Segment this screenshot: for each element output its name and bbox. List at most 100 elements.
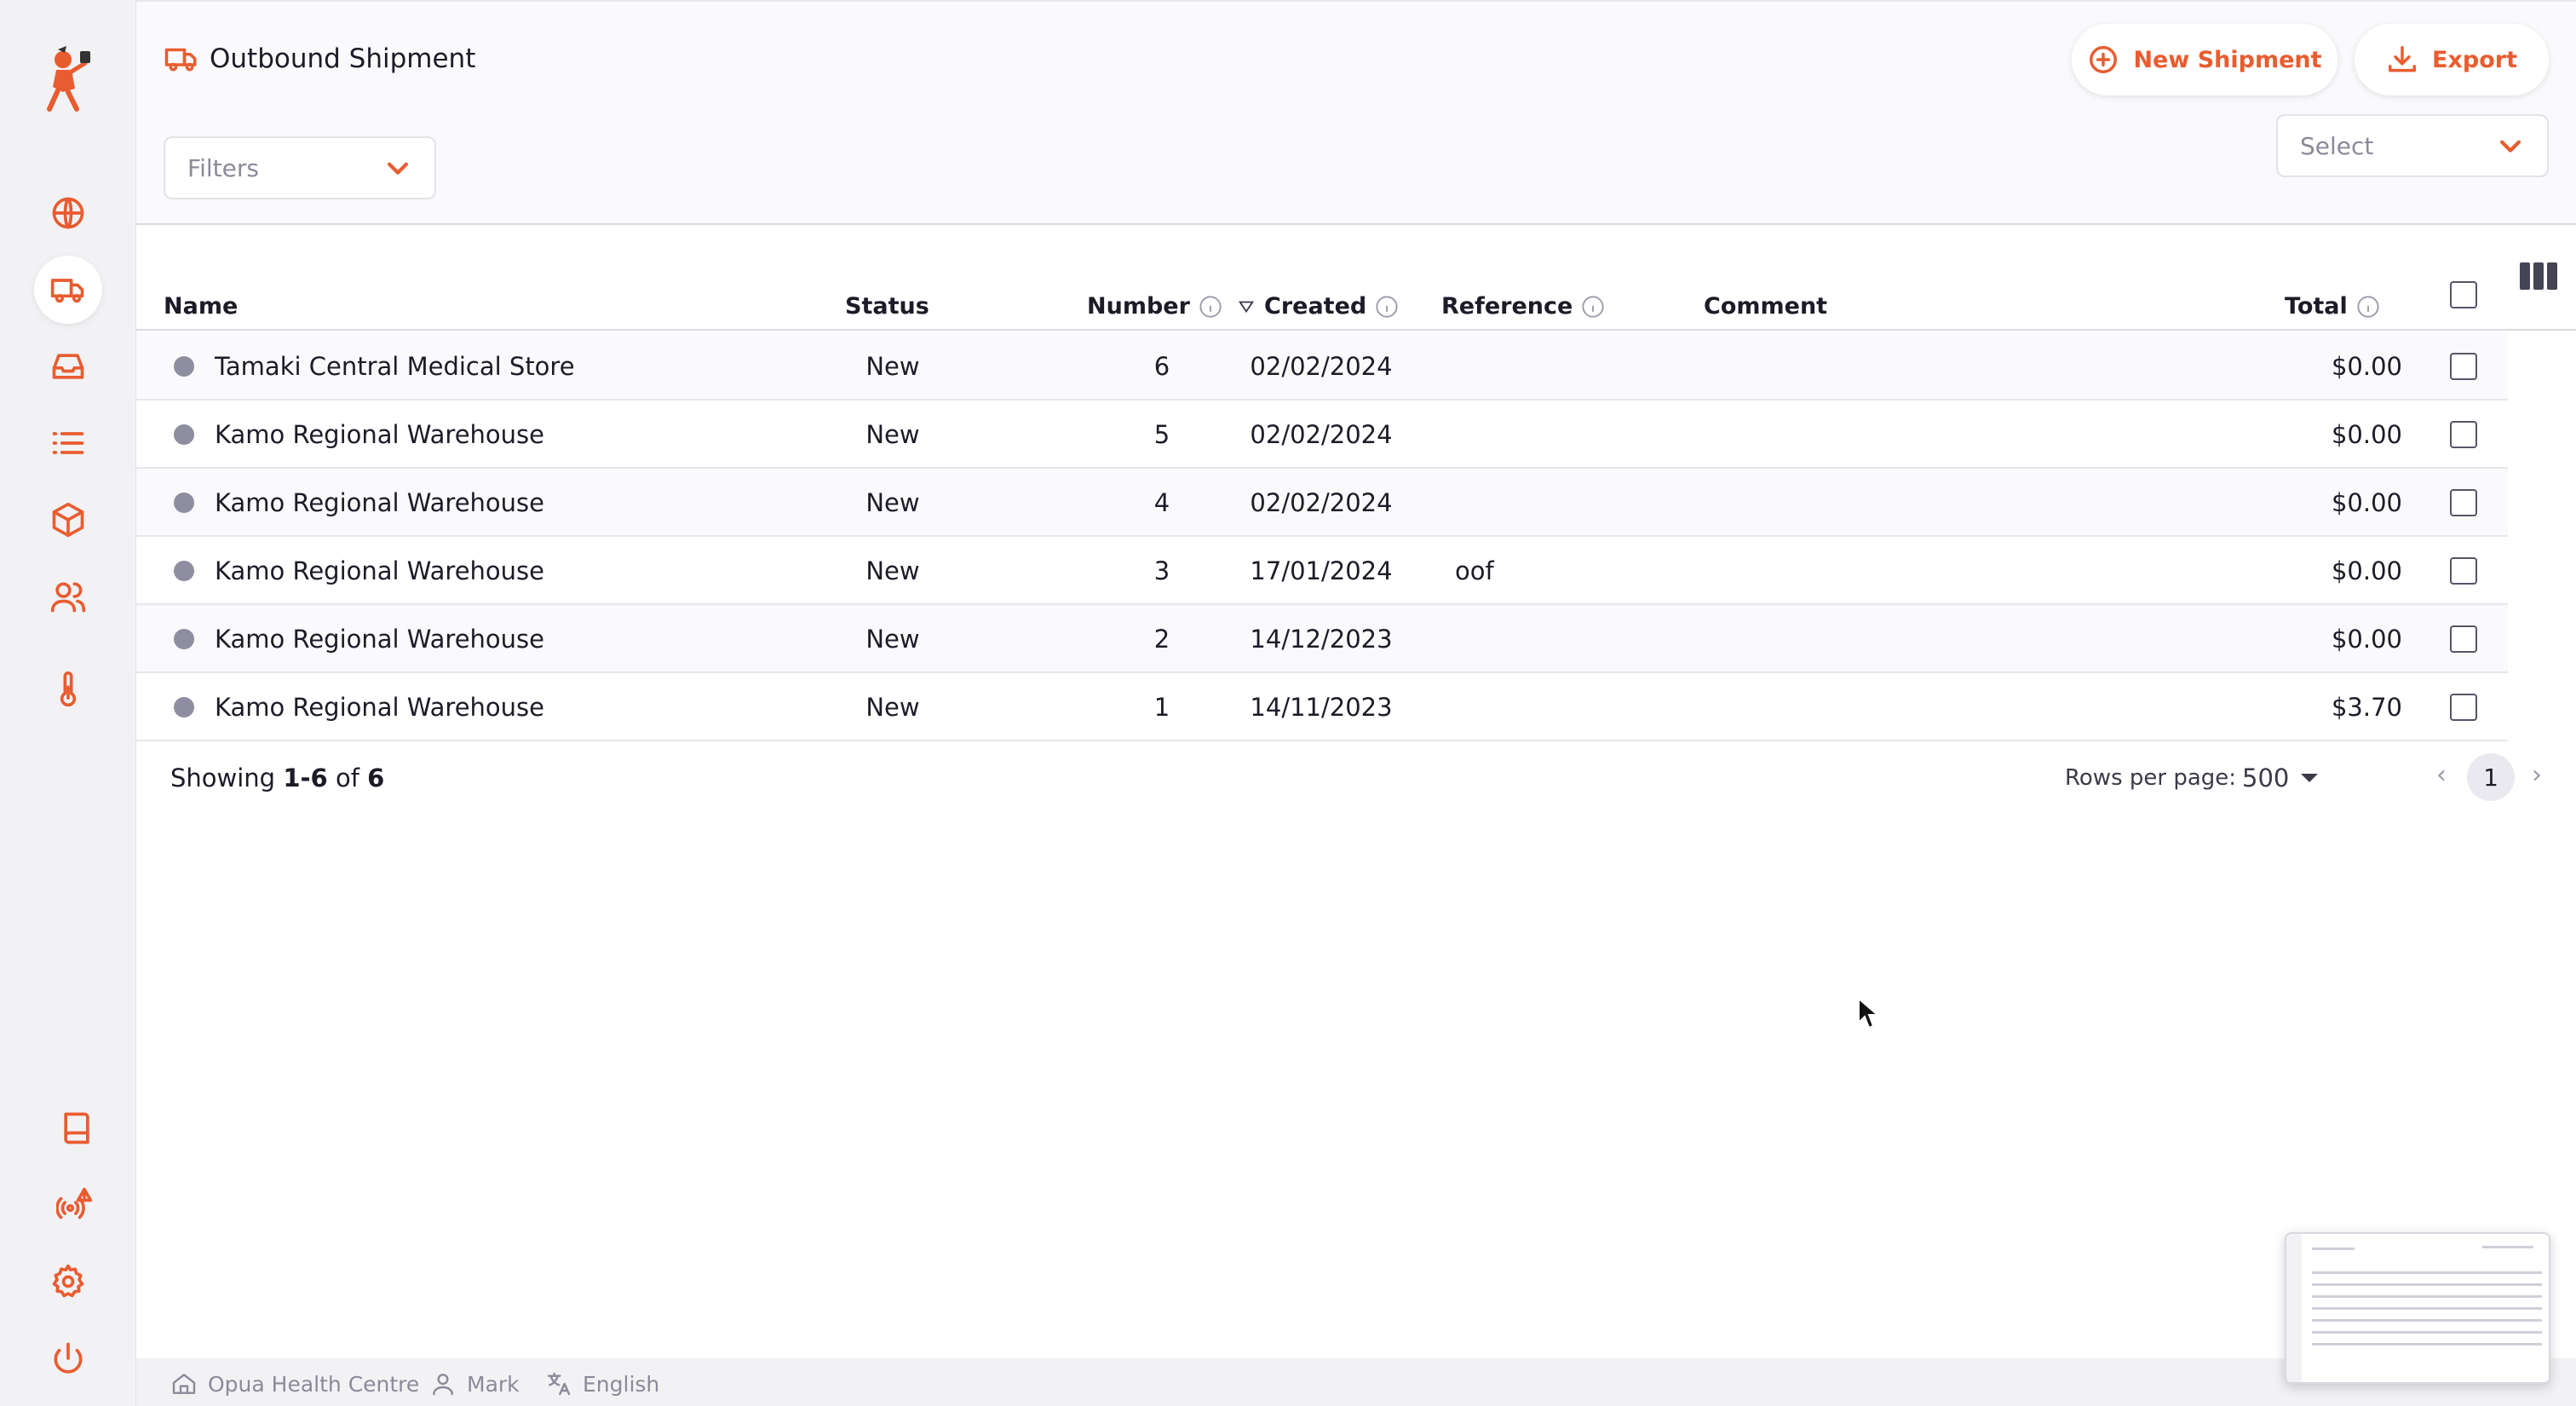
row-checkbox[interactable] [2450, 353, 2477, 380]
nav-cold-chain[interactable] [34, 656, 102, 724]
new-shipment-label: New Shipment [2133, 46, 2322, 73]
inbox-icon [52, 354, 84, 379]
cell-total: $0.00 [2331, 352, 2402, 381]
column-header-created-label: Created [1264, 293, 1367, 320]
cell-reference [1455, 673, 1668, 741]
row-status-dot [174, 561, 194, 581]
cell-created: 02/02/2024 [1250, 420, 1393, 449]
cell-comment [1704, 332, 2130, 400]
cell-created: 14/12/2023 [1250, 625, 1393, 654]
row-checkbox[interactable] [2450, 625, 2477, 653]
language-selector[interactable]: English [545, 1370, 659, 1397]
nav-help[interactable] [43, 1094, 111, 1162]
home-icon [172, 1374, 196, 1394]
column-header-total[interactable]: Total [2285, 293, 2380, 320]
showing-count: Showing 1-6 of 6 [170, 764, 384, 792]
filters-placeholder: Filters [187, 153, 259, 182]
cell-total: $0.00 [2331, 625, 2402, 654]
cell-status: New [865, 556, 920, 585]
user-menu[interactable]: Mark [429, 1370, 520, 1397]
cell-comment [1704, 537, 2130, 605]
nav-replenishment[interactable] [34, 332, 102, 400]
store-selector[interactable]: Opua Health Centre [170, 1370, 419, 1397]
info-icon [2357, 295, 2379, 318]
table-header: Name Status Number Created Reference Com… [136, 264, 2576, 331]
column-header-status[interactable]: Status [845, 293, 929, 320]
select-all-checkbox[interactable] [2450, 281, 2477, 308]
cell-name: Kamo Regional Warehouse [215, 420, 544, 449]
previous-page-button[interactable]: ‹ [2436, 760, 2447, 790]
page-title: Outbound Shipment [210, 43, 476, 74]
row-checkbox[interactable] [2450, 694, 2477, 721]
table-row[interactable]: Kamo Regional Warehouse New 3 17/01/2024 oof… [136, 537, 2508, 605]
nav-logout[interactable] [34, 1324, 102, 1392]
table-row[interactable]: Kamo Regional Warehouse New 1 14/11/2023 $3.… [136, 673, 2508, 741]
row-checkbox[interactable] [2450, 489, 2477, 516]
rows-per-page-select[interactable]: 500 [2242, 764, 2319, 792]
column-header-comment[interactable]: Comment [1704, 293, 1827, 320]
globe-icon [52, 197, 84, 229]
row-status-dot [174, 356, 194, 377]
user-name: Mark [467, 1371, 520, 1397]
new-shipment-button[interactable]: New Shipment [2072, 24, 2337, 95]
row-checkbox[interactable] [2450, 557, 2477, 585]
thermometer-icon [60, 671, 77, 707]
page-number-button[interactable]: 1 [2467, 753, 2515, 801]
filters-dropdown[interactable]: Filters [164, 136, 436, 199]
cell-name: Kamo Regional Warehouse [215, 488, 544, 517]
download-icon [2389, 46, 2417, 72]
select-dropdown[interactable]: Select [2276, 114, 2549, 177]
table-row[interactable]: Kamo Regional Warehouse New 4 02/02/2024 $0.… [136, 469, 2508, 537]
row-checkbox[interactable] [2450, 421, 2477, 448]
caret-down-icon [2301, 774, 2319, 782]
cell-created: 02/02/2024 [1250, 352, 1393, 381]
showing-prefix: Showing [170, 764, 276, 792]
export-button[interactable]: Export [2355, 24, 2549, 95]
language-name: English [583, 1371, 660, 1397]
power-icon [54, 1342, 83, 1374]
nav-settings[interactable] [34, 1248, 102, 1316]
nav-inventory[interactable] [34, 486, 102, 554]
column-header-reference[interactable]: Reference [1441, 293, 1605, 320]
store-name: Opua Health Centre [208, 1371, 420, 1397]
nav-dashboard[interactable] [34, 179, 102, 247]
cell-comment [1704, 673, 2130, 741]
nav-catalogue[interactable] [34, 409, 102, 477]
list-icon [52, 432, 84, 454]
table-row[interactable]: Tamaki Central Medical Store New 6 02/02/20… [136, 332, 2508, 400]
app-logo[interactable] [37, 44, 99, 116]
table-row[interactable]: Kamo Regional Warehouse New 5 02/02/2024 $0.… [136, 400, 2508, 469]
cell-reference [1455, 332, 1668, 400]
nav-patients[interactable] [34, 562, 102, 631]
box-icon [52, 502, 84, 538]
cell-number: 4 [1153, 488, 1170, 517]
cell-number: 2 [1153, 625, 1170, 654]
row-status-dot [174, 493, 194, 513]
table-row[interactable]: Kamo Regional Warehouse New 2 14/12/2023 $0.… [136, 605, 2508, 673]
cell-number: 3 [1153, 556, 1170, 585]
columns-icon[interactable] [2520, 262, 2561, 297]
cell-comment [1704, 400, 2130, 469]
users-icon [50, 582, 86, 613]
nav-sync[interactable] [41, 1171, 109, 1239]
column-header-number[interactable]: Number [1087, 293, 1222, 320]
cell-number: 5 [1153, 420, 1170, 449]
export-label: Export [2432, 46, 2517, 73]
next-page-button[interactable]: › [2532, 760, 2542, 790]
cell-number: 6 [1153, 352, 1170, 381]
signal-alert-icon [56, 1187, 93, 1219]
cell-name: Kamo Regional Warehouse [215, 693, 544, 722]
cell-status: New [865, 625, 920, 654]
rows-per-page-label: Rows per page: [2065, 765, 2237, 791]
info-icon [1582, 295, 1604, 318]
column-header-status-label: Status [845, 293, 929, 320]
cell-created: 02/02/2024 [1250, 488, 1393, 517]
row-status-dot [174, 424, 194, 445]
column-header-name[interactable]: Name [164, 293, 238, 320]
row-status-dot [174, 629, 194, 649]
truck-icon [164, 48, 197, 72]
cell-status: New [865, 693, 920, 722]
nav-distribution[interactable] [34, 256, 102, 324]
rows-per-page-value: 500 [2242, 764, 2290, 792]
column-header-created[interactable]: Created [1237, 293, 1399, 320]
